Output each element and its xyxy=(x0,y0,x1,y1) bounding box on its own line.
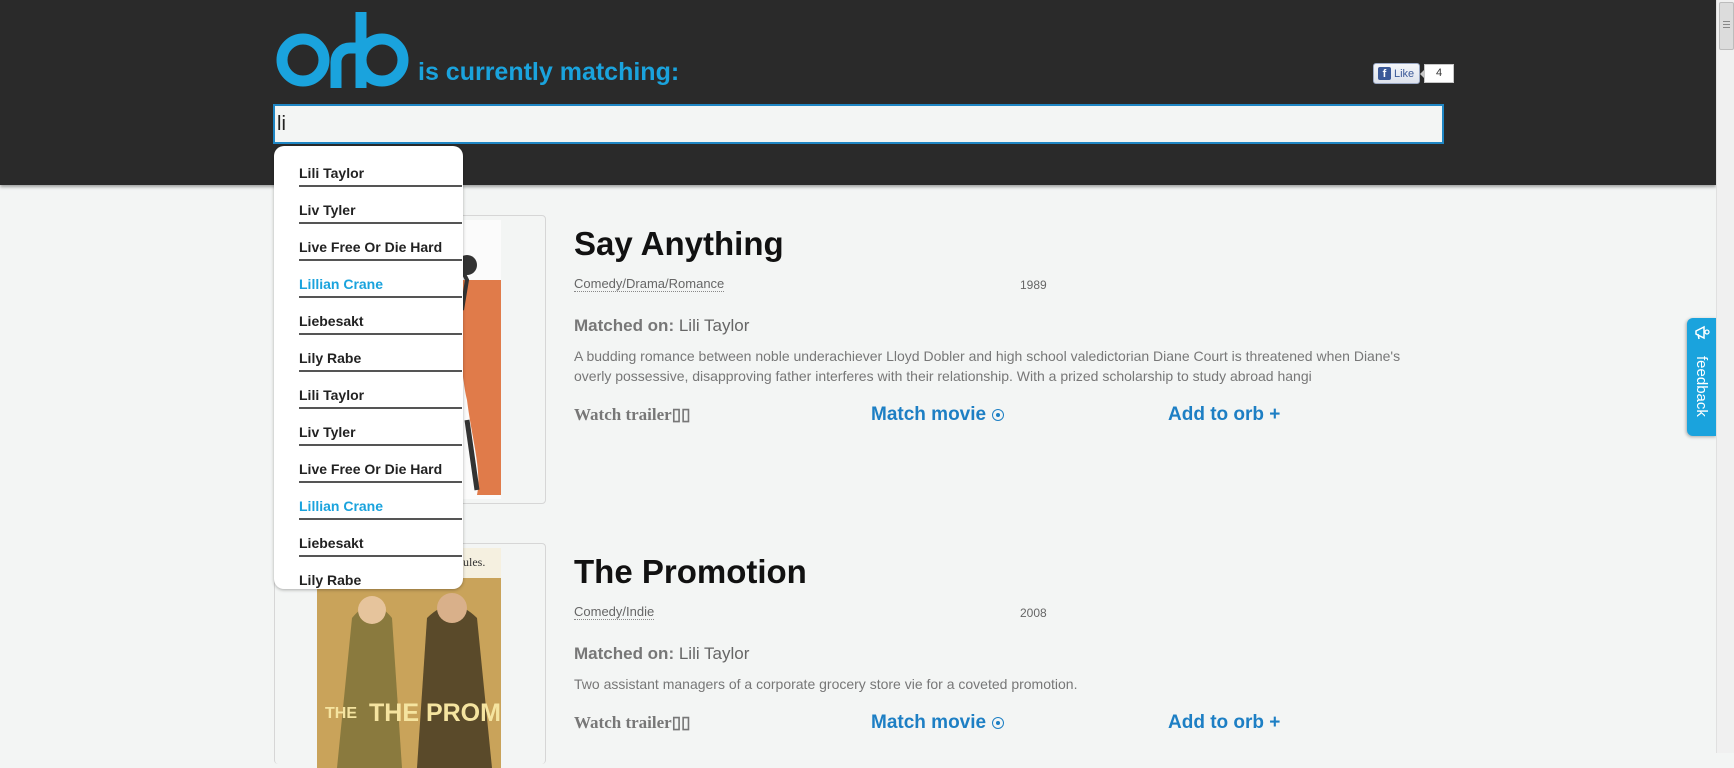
scrollbar-thumb[interactable] xyxy=(1719,2,1734,50)
movie-synopsis: A budding romance between noble underach… xyxy=(574,348,1401,384)
release-year: 1989 xyxy=(1020,278,1047,292)
match-movie-label: Match movie xyxy=(871,712,987,733)
suggestion-item[interactable]: Lily Rabe xyxy=(299,559,462,594)
top-header: is currently matching: f Like 4 xyxy=(0,0,1716,185)
feedback-label: feedback xyxy=(1693,356,1710,417)
target-icon xyxy=(992,408,1005,421)
add-to-orb-button[interactable]: Add to orb + xyxy=(1168,712,1280,734)
suggestion-item[interactable]: Live Free Or Die Hard xyxy=(299,226,462,261)
matched-on-value: Lili Taylor xyxy=(678,644,750,663)
matched-on-value: Lili Taylor xyxy=(678,316,750,335)
scrollbar-grip-icon xyxy=(1723,21,1730,22)
release-year: 2008 xyxy=(1020,606,1047,620)
suggestion-item[interactable]: Lillian Crane xyxy=(299,263,462,298)
genre-link[interactable]: Comedy/Drama/Romance xyxy=(574,276,725,292)
poster-tagline: ules. xyxy=(463,555,486,569)
movie-title[interactable]: Say Anything xyxy=(574,225,784,263)
watch-trailer-label: Watch trailer xyxy=(574,713,672,732)
suggestion-item[interactable]: Liv Tyler xyxy=(299,189,462,224)
suggestion-item[interactable]: Lillian Crane xyxy=(299,485,462,520)
match-movie-button[interactable]: Match movie xyxy=(871,404,1005,426)
movie-title[interactable]: The Promotion xyxy=(574,553,807,591)
play-icon: ▯▯ xyxy=(671,405,691,424)
search-input[interactable] xyxy=(273,104,1444,144)
matched-on-label: Matched on: xyxy=(574,316,675,335)
genre-link[interactable]: Comedy/Indie xyxy=(574,604,655,620)
vertical-scrollbar[interactable] xyxy=(1716,0,1734,753)
suggestion-item[interactable]: Lily Rabe xyxy=(299,337,462,372)
match-movie-button[interactable]: Match movie xyxy=(871,712,1005,734)
facebook-like-label: Like xyxy=(1394,67,1415,80)
matched-on: Matched on: Lili Taylor xyxy=(574,316,749,336)
suggestion-item[interactable]: Liebesakt xyxy=(299,300,462,335)
megaphone-icon xyxy=(1695,325,1710,340)
orb-logo[interactable] xyxy=(276,10,412,90)
watch-trailer-link[interactable]: Watch trailer▯▯ xyxy=(574,713,690,733)
movie-synopsis: Two assistant managers of a corporate gr… xyxy=(574,676,1078,692)
play-icon: ▯▯ xyxy=(671,713,691,732)
target-icon xyxy=(992,716,1005,729)
watch-trailer-link[interactable]: Watch trailer▯▯ xyxy=(574,405,690,425)
add-to-orb-button[interactable]: Add to orb + xyxy=(1168,404,1280,426)
watch-trailer-label: Watch trailer xyxy=(574,405,672,424)
matched-on: Matched on: Lili Taylor xyxy=(574,644,749,664)
match-movie-label: Match movie xyxy=(871,404,987,425)
suggestion-item[interactable]: Lili Taylor xyxy=(299,374,462,409)
suggestion-item[interactable]: Lili Taylor xyxy=(299,152,462,187)
suggestion-item[interactable]: Liebesakt xyxy=(299,522,462,557)
suggestion-item[interactable]: Liv Tyler xyxy=(299,411,462,446)
facebook-like-button[interactable]: f Like xyxy=(1373,63,1421,84)
poster-title: THE PROMOTION xyxy=(369,700,501,726)
tagline: is currently matching: xyxy=(418,58,680,86)
matched-on-label: Matched on: xyxy=(574,644,675,663)
facebook-icon: f xyxy=(1378,67,1391,80)
suggestion-item[interactable]: Live Free Or Die Hard xyxy=(299,448,462,483)
feedback-tab[interactable]: feedback xyxy=(1687,318,1717,436)
autocomplete-dropdown: Lili Taylor Liv Tyler Live Free Or Die Har… xyxy=(274,146,463,589)
facebook-like-count: 4 xyxy=(1420,64,1454,83)
